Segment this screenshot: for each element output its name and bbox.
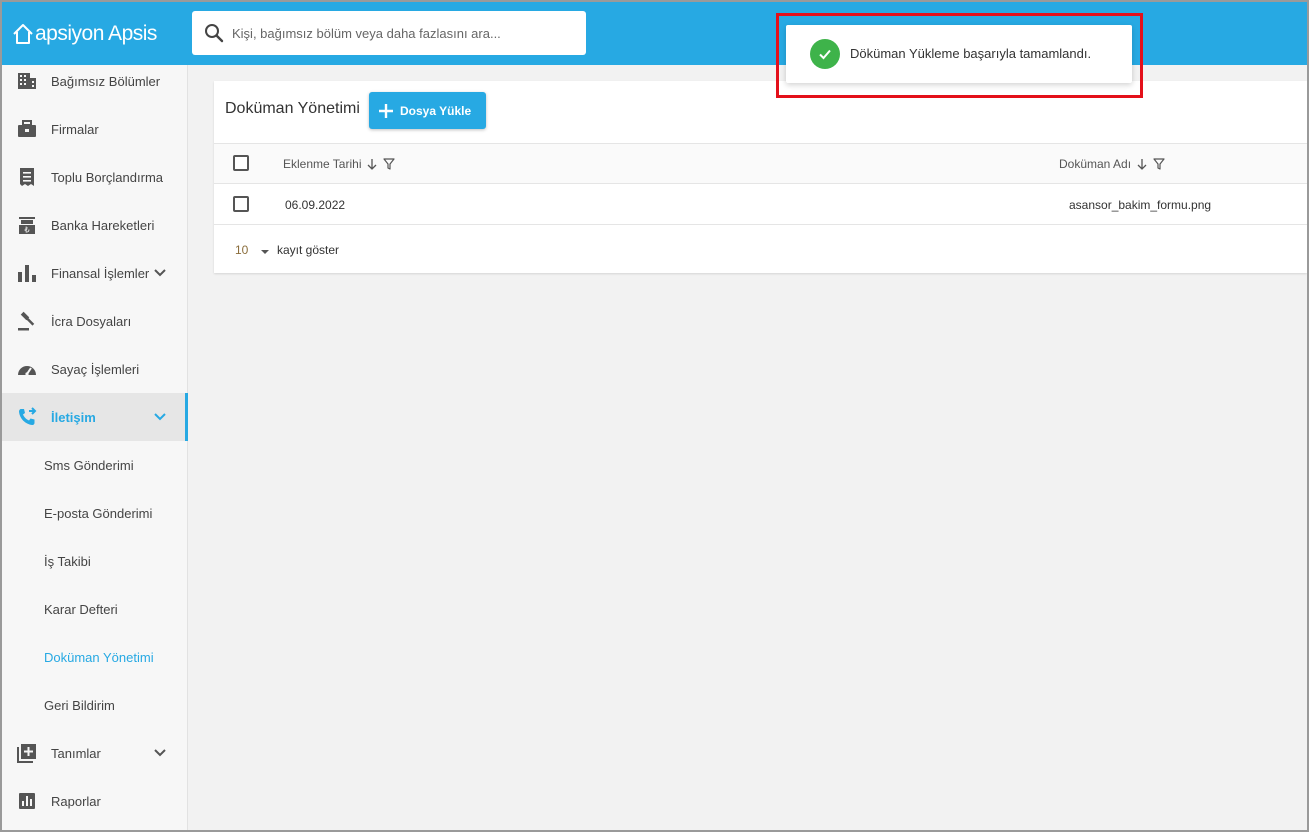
select-all-checkbox[interactable] xyxy=(233,155,249,171)
search-icon xyxy=(204,23,224,43)
sidebar-item-label: İletişim xyxy=(51,409,96,425)
sort-arrow-down-icon[interactable] xyxy=(366,158,378,170)
column-header-document-name[interactable]: Doküman Adı xyxy=(1059,157,1165,171)
sidebar-item-label: Sayaç İşlemleri xyxy=(51,361,140,377)
sidebar-item-label: Banka Hareketleri xyxy=(51,217,155,233)
upload-file-label: Dosya Yükle xyxy=(400,103,472,118)
page-title: Doküman Yönetimi xyxy=(225,100,360,117)
sidebar-item-label: Firmalar xyxy=(51,121,99,137)
gavel-icon xyxy=(16,310,38,332)
sidebar-item-iletisim[interactable]: İletişim xyxy=(2,393,188,441)
sidebar-item-label: Tanımlar xyxy=(51,745,101,761)
filter-icon[interactable] xyxy=(1153,158,1165,170)
column-header-label: Eklenme Tarihi xyxy=(283,157,362,171)
add-box-icon xyxy=(16,742,38,764)
logo-text: apsiyon Apsis xyxy=(35,22,157,45)
home-icon xyxy=(13,24,33,44)
column-header-label: Doküman Adı xyxy=(1059,157,1132,171)
sidebar-item-finansal-islemler[interactable]: Finansal İşlemler xyxy=(2,249,188,297)
row-document-name[interactable]: asansor_bakim_formu.png xyxy=(1069,198,1211,212)
row-date: 06.09.2022 xyxy=(285,198,346,212)
sidebar-item-label: Raporlar xyxy=(51,793,101,809)
sidebar-subitem-geri-bildirim[interactable]: Geri Bildirim xyxy=(2,681,188,729)
briefcase-icon xyxy=(16,118,38,140)
column-header-date[interactable]: Eklenme Tarihi xyxy=(283,157,396,171)
sidebar-subitem-label: Sms Gönderimi xyxy=(44,457,134,473)
sidebar-subitem-dokuman-yonetimi[interactable]: Doküman Yönetimi xyxy=(2,633,188,681)
toast-message: Döküman Yükleme başarıyla tamamlandı. xyxy=(850,46,1092,61)
sidebar-subitem-sms-gonderimi[interactable]: Sms Gönderimi xyxy=(2,441,188,489)
gauge-icon xyxy=(16,358,38,380)
sidebar-item-tanimlar[interactable]: Tanımlar xyxy=(2,729,188,777)
table-header: Eklenme Tarihi Doküman Adı xyxy=(214,143,1307,184)
upload-file-button[interactable]: Dosya Yükle xyxy=(369,92,486,129)
sidebar-item-sayac-islemleri[interactable]: Sayaç İşlemleri xyxy=(2,345,188,393)
search-box[interactable] xyxy=(192,11,586,55)
chevron-down-icon xyxy=(154,749,166,757)
logo[interactable]: apsiyon Apsis xyxy=(12,19,157,49)
svg-text:₺: ₺ xyxy=(24,226,29,235)
chevron-down-icon xyxy=(154,413,166,421)
sidebar-item-toplu-borclandirma[interactable]: Toplu Borçlandırma xyxy=(2,153,188,201)
sidebar-item-raporlar[interactable]: Raporlar xyxy=(2,777,188,825)
dropdown-arrow-icon[interactable] xyxy=(260,244,270,262)
sidebar-item-bagimsiz-bolumler[interactable]: Bağımsız Bölümler xyxy=(2,57,188,105)
building-icon xyxy=(16,70,38,92)
sidebar-item-icra-dosyalari[interactable]: İcra Dosyaları xyxy=(2,297,188,345)
sidebar: Bağımsız Bölümler Firmalar Toplu Borçlan… xyxy=(2,65,188,830)
receipt-icon xyxy=(16,166,38,188)
sidebar-subitem-e-posta-gonderimi[interactable]: E-posta Gönderimi xyxy=(2,489,188,537)
sort-arrow-down-icon[interactable] xyxy=(1136,158,1148,170)
sidebar-item-label: Toplu Borçlandırma xyxy=(51,169,163,185)
page-size-value[interactable]: 10 xyxy=(235,243,248,257)
page-size-selector: 10 kayıt göster xyxy=(214,225,1307,273)
sidebar-subitem-karar-defteri[interactable]: Karar Defteri xyxy=(2,585,188,633)
search-input[interactable] xyxy=(232,25,572,41)
sidebar-item-label: İcra Dosyaları xyxy=(51,313,132,329)
success-toast[interactable]: Döküman Yükleme başarıyla tamamlandı. xyxy=(786,25,1132,83)
report-icon xyxy=(16,790,38,812)
filter-icon[interactable] xyxy=(383,158,396,170)
sidebar-subitem-label: Karar Defteri xyxy=(44,601,118,617)
sidebar-item-label: Finansal İşlemler xyxy=(51,265,150,281)
sidebar-item-banka-hareketleri[interactable]: ₺ Banka Hareketleri xyxy=(2,201,188,249)
sidebar-item-label: Bağımsız Bölümler xyxy=(51,73,161,89)
app-window: apsiyon Apsis Bağımsız Bölümler Firmalar xyxy=(2,2,1307,830)
sidebar-subitem-label: İş Takibi xyxy=(44,553,91,569)
sidebar-subitem-is-takibi[interactable]: İş Takibi xyxy=(2,537,188,585)
chevron-down-icon xyxy=(154,269,166,277)
phone-forward-icon xyxy=(16,406,38,428)
document-management-panel: Doküman Yönetimi Dosya Yükle Eklenme Tar… xyxy=(214,81,1307,273)
table-row[interactable]: 06.09.2022 asansor_bakim_formu.png xyxy=(214,184,1307,225)
plus-icon xyxy=(378,103,394,119)
sidebar-subitem-label: Geri Bildirim xyxy=(44,697,115,713)
row-checkbox[interactable] xyxy=(233,196,249,212)
page-size-label: kayıt göster xyxy=(277,243,340,257)
sidebar-subitem-label: E-posta Gönderimi xyxy=(44,505,153,521)
bank-icon: ₺ xyxy=(16,214,38,236)
check-circle-icon xyxy=(810,39,840,69)
sidebar-item-firmalar[interactable]: Firmalar xyxy=(2,105,188,153)
sidebar-subitem-label: Doküman Yönetimi xyxy=(44,649,154,665)
bar-chart-icon xyxy=(16,262,38,284)
